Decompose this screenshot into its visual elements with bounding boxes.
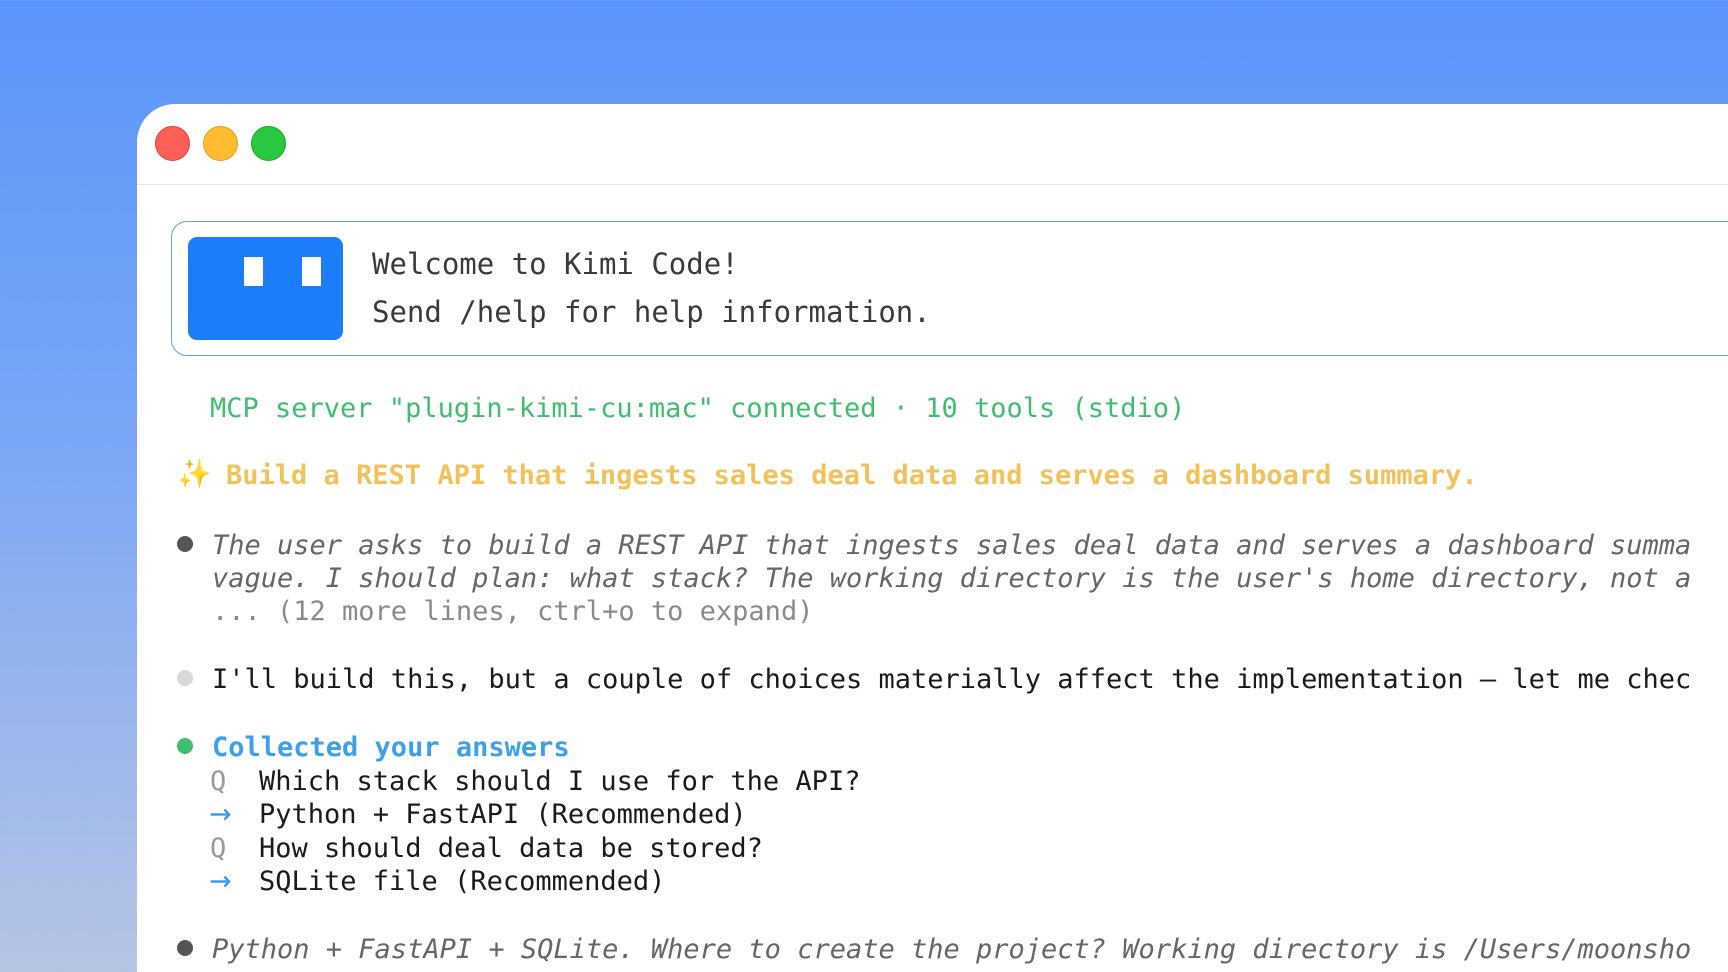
- answer-text: SQLite file (Recommended): [259, 866, 666, 897]
- expand-hint[interactable]: ... (12 more lines, ctrl+o to expand): [212, 598, 813, 625]
- sparkles-icon: ✨: [177, 457, 212, 490]
- welcome-panel: Welcome to Kimi Code! Send /help for hel…: [171, 221, 1728, 356]
- mcp-status: MCP server "plugin-kimi-cu:mac" connecte…: [210, 393, 1186, 424]
- kimi-logo-icon: [188, 237, 343, 340]
- answer-text: Python + FastAPI (Recommended): [259, 799, 747, 830]
- question-mark-label: Q: [210, 833, 227, 864]
- thinking-line-1: The user asks to build a REST API that i…: [212, 530, 1692, 561]
- logo-right-eye: [302, 257, 321, 286]
- zoom-button[interactable]: [251, 126, 286, 161]
- arrow-right-icon: →: [209, 866, 232, 897]
- summary-bullet-icon: [177, 940, 193, 956]
- reply-bullet-icon: [177, 670, 193, 686]
- welcome-help-hint: Send /help for help information.: [372, 295, 931, 329]
- answers-bullet-icon: [177, 738, 193, 754]
- summary-line-1: Python + FastAPI + SQLite. Where to crea…: [212, 934, 1692, 965]
- question-text: How should deal data be stored?: [259, 833, 763, 864]
- question-mark-label: Q: [210, 766, 227, 797]
- close-button[interactable]: [155, 126, 190, 161]
- logo-left-eye: [244, 257, 263, 286]
- thinking-line-2: vague. I should plan: what stack? The wo…: [212, 563, 1692, 594]
- thinking-bullet-icon: [177, 536, 193, 552]
- terminal-window: Welcome to Kimi Code! Send /help for hel…: [137, 104, 1728, 972]
- answers-title: Collected your answers: [212, 732, 570, 763]
- user-prompt: Build a REST API that ingests sales deal…: [226, 460, 1478, 491]
- title-bar: [137, 104, 1728, 185]
- arrow-right-icon: →: [209, 799, 232, 830]
- minimize-button[interactable]: [203, 126, 238, 161]
- assistant-reply: I'll build this, but a couple of choices…: [212, 664, 1692, 695]
- welcome-title: Welcome to Kimi Code!: [372, 247, 739, 281]
- question-text: Which stack should I use for the API?: [259, 766, 861, 797]
